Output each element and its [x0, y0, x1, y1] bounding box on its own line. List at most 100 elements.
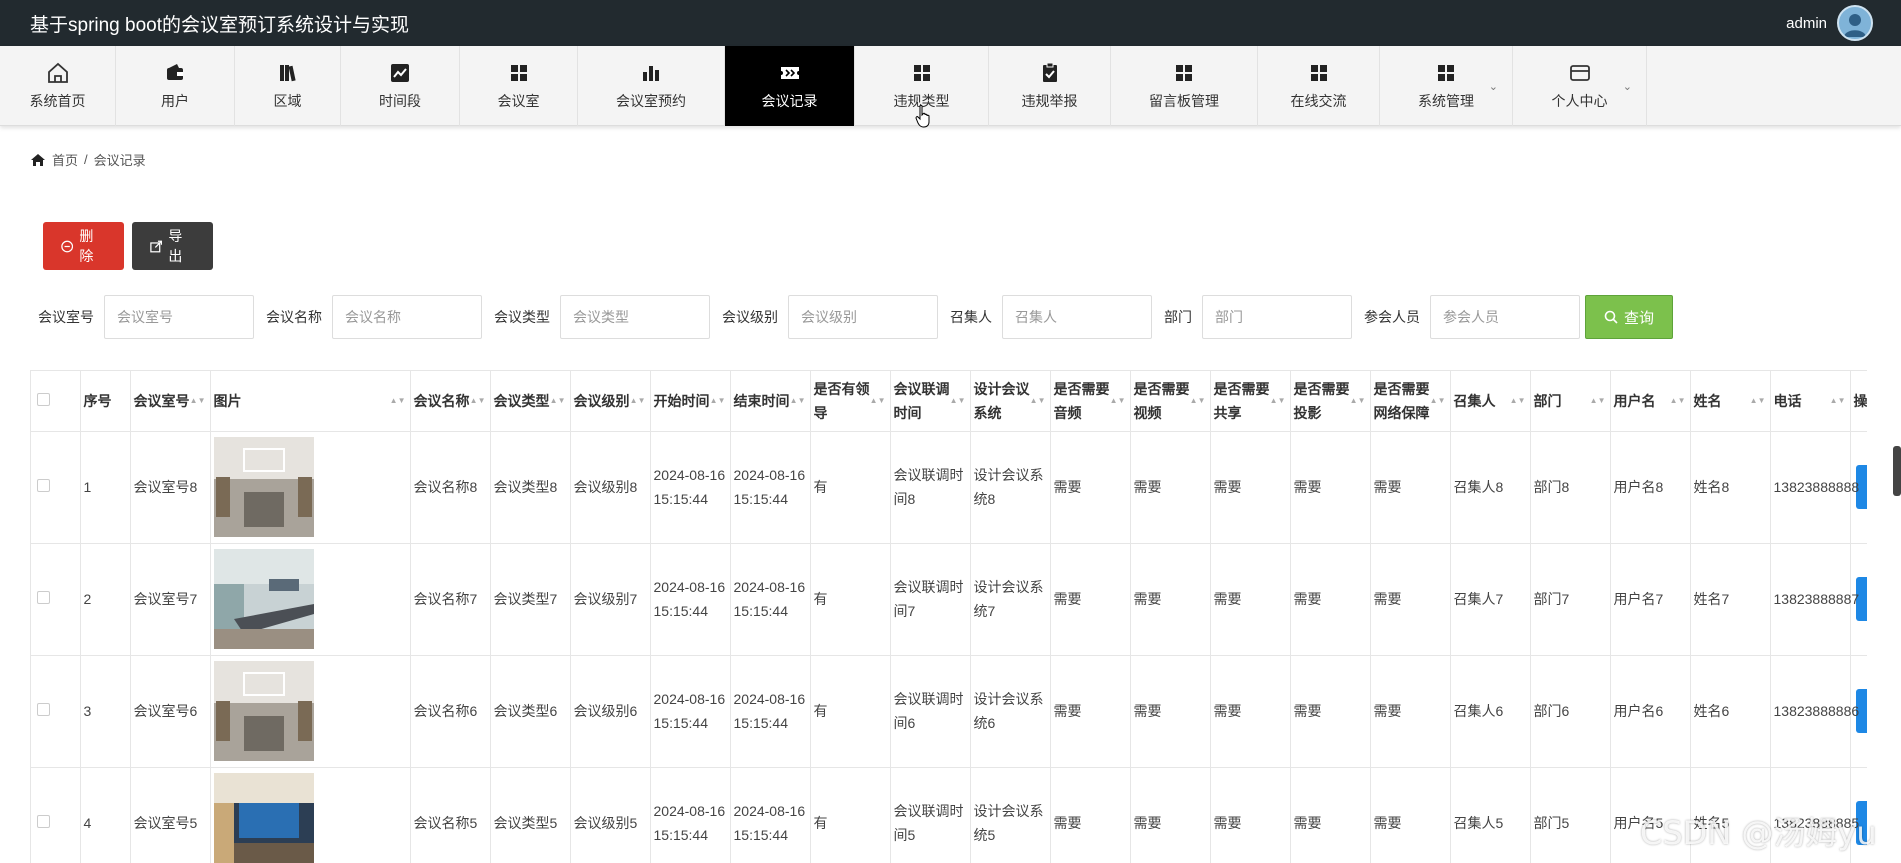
search-label: 会议级别 — [722, 309, 778, 325]
sort-icon[interactable]: ▲▼ — [1670, 396, 1686, 405]
nav-item-personal-center[interactable]: 个人中心 ⌄ — [1513, 46, 1647, 126]
export-button[interactable]: 导出 — [132, 222, 213, 270]
sort-icon[interactable]: ▲▼ — [710, 396, 726, 405]
meeting-room-photo — [213, 661, 314, 761]
column-header[interactable]: 召集人 ▲▼ — [1450, 371, 1531, 432]
sort-icon[interactable]: ▲▼ — [950, 396, 966, 405]
meeting-type-input[interactable]: 会议类型 — [560, 295, 710, 339]
sort-icon[interactable]: ▲▼ — [790, 396, 806, 405]
row-checkbox[interactable] — [37, 703, 50, 716]
column-header[interactable]: 会议联调时间 ▲▼ — [890, 371, 971, 432]
cell-design: 设计会议系统5 — [970, 767, 1051, 863]
app-title: 基于spring boot的会议室预订系统设计与实现 — [30, 14, 410, 36]
column-header[interactable]: 部门 ▲▼ — [1530, 371, 1611, 432]
row-checkbox[interactable] — [37, 479, 50, 492]
column-header[interactable]: 是否需要共享 ▲▼ — [1210, 371, 1291, 432]
search-form: 会议室号 会议室号 会议名称 会议名称 会议类型 会议类型 会议级别 会议级别 … — [38, 295, 1592, 339]
sort-icon[interactable]: ▲▼ — [190, 396, 206, 405]
cell-room: 会议室号6 — [130, 655, 211, 768]
row-checkbox[interactable] — [37, 815, 50, 828]
image-cell — [210, 767, 411, 863]
column-header[interactable]: 是否需要音频 ▲▼ — [1050, 371, 1131, 432]
column-header[interactable]: 开始时间 ▲▼ — [650, 371, 731, 432]
sort-icon[interactable]: ▲▼ — [390, 396, 406, 405]
cell-realname: 姓名7 — [1690, 543, 1771, 656]
breadcrumb-home[interactable]: 首页 — [52, 150, 78, 169]
nav-label: 时间段 — [379, 93, 421, 109]
cell-username: 用户名6 — [1610, 655, 1691, 768]
cell-share: 需要 — [1210, 655, 1291, 768]
cell-level: 会议级别6 — [570, 655, 651, 768]
sort-icon[interactable]: ▲▼ — [550, 396, 566, 405]
column-header[interactable]: 图片 ▲▼ — [210, 371, 411, 432]
nav-item-home[interactable]: 系统首页 — [0, 46, 116, 126]
sort-icon[interactable]: ▲▼ — [870, 396, 886, 405]
nav-item-area[interactable]: 区域 — [235, 46, 341, 126]
header-label: 是否需要视频 — [1133, 380, 1190, 421]
cell-start: 2024-08-16 15:15:44 — [650, 767, 731, 863]
search-label: 会议类型 — [494, 309, 550, 325]
nav-item-meeting-records[interactable]: 会议记录 — [725, 46, 855, 126]
nav-label: 系统首页 — [29, 93, 86, 109]
sort-icon[interactable]: ▲▼ — [1350, 396, 1366, 405]
meeting-name-input[interactable]: 会议名称 — [332, 295, 482, 339]
column-header[interactable]: 会议室号 ▲▼ — [130, 371, 211, 432]
column-header[interactable]: 会议级别 ▲▼ — [570, 371, 651, 432]
image-cell — [210, 543, 411, 656]
delete-button[interactable]: 删除 — [43, 222, 124, 270]
sort-icon[interactable]: ▲▼ — [630, 396, 646, 405]
username[interactable]: admin — [1786, 15, 1827, 32]
sort-icon[interactable]: ▲▼ — [1830, 396, 1846, 405]
sort-icon[interactable]: ▲▼ — [1270, 396, 1286, 405]
column-header[interactable]: 用户名 ▲▼ — [1610, 371, 1691, 432]
cell-phone: 13823888887 — [1770, 543, 1859, 656]
cell-level: 会议级别5 — [570, 767, 651, 863]
cell-start: 2024-08-16 15:15:44 — [650, 655, 731, 768]
search-icon — [1604, 310, 1618, 324]
user-menu[interactable]: admin — [1786, 5, 1873, 41]
cell-video: 需要 — [1130, 655, 1211, 768]
search-button[interactable]: 查询 — [1585, 295, 1673, 339]
table-row: 4 会议室号5 会议名称5 会议类型5 会议级别5 2024-08-16 15:15:44… — [31, 767, 1867, 863]
attendees-input[interactable]: 参会人员 — [1430, 295, 1580, 339]
sort-icon[interactable]: ▲▼ — [470, 396, 486, 405]
column-header[interactable]: 会议名称 ▲▼ — [410, 371, 491, 432]
column-header[interactable]: 电话 ▲▼ — [1770, 371, 1851, 432]
nav-item-online-chat[interactable]: 在线交流 — [1258, 46, 1380, 126]
column-header[interactable]: 结束时间 ▲▼ — [730, 371, 811, 432]
nav-item-message-board[interactable]: 留言板管理 — [1111, 46, 1258, 126]
column-header[interactable]: 是否需要投影 ▲▼ — [1290, 371, 1371, 432]
scrollbar[interactable] — [1893, 446, 1901, 496]
cell-debug_time: 会议联调时间5 — [890, 767, 971, 863]
grid-icon — [913, 65, 930, 81]
nav-item-violation-reports[interactable]: 违规举报 — [989, 46, 1111, 126]
column-header[interactable]: 是否有领导 ▲▼ — [810, 371, 891, 432]
convener-input[interactable]: 召集人 — [1002, 295, 1152, 339]
image-cell — [210, 431, 411, 544]
department-input[interactable]: 部门 — [1202, 295, 1352, 339]
sort-icon[interactable]: ▲▼ — [1190, 396, 1206, 405]
nav-item-booking[interactable]: 会议室预约 — [578, 46, 725, 126]
room-input[interactable]: 会议室号 — [104, 295, 254, 339]
column-header[interactable]: 设计会议系统 ▲▼ — [970, 371, 1051, 432]
sort-icon[interactable]: ▲▼ — [1510, 396, 1526, 405]
sort-icon[interactable]: ▲▼ — [1590, 396, 1606, 405]
nav-item-users[interactable]: 用户 — [116, 46, 235, 126]
nav-item-timeslot[interactable]: 时间段 — [341, 46, 460, 126]
column-header[interactable]: 会议类型 ▲▼ — [490, 371, 571, 432]
nav-item-rooms[interactable]: 会议室 — [460, 46, 578, 126]
sort-icon[interactable]: ▲▼ — [1030, 396, 1046, 405]
column-header[interactable]: 是否需要视频 ▲▼ — [1130, 371, 1211, 432]
nav-item-system-management[interactable]: 系统管理 ⌄ — [1380, 46, 1513, 126]
sort-icon[interactable]: ▲▼ — [1430, 396, 1446, 405]
sort-icon[interactable]: ▲▼ — [1750, 396, 1766, 405]
column-header[interactable]: 姓名 ▲▼ — [1690, 371, 1771, 432]
avatar[interactable] — [1837, 5, 1873, 41]
sort-icon[interactable]: ▲▼ — [1110, 396, 1126, 405]
grid-icon — [1310, 65, 1327, 81]
row-checkbox[interactable] — [37, 591, 50, 604]
meeting-level-input[interactable]: 会议级别 — [788, 295, 938, 339]
column-header[interactable]: 是否需要网络保障 ▲▼ — [1370, 371, 1451, 432]
cell-video: 需要 — [1130, 543, 1211, 656]
select-all-checkbox[interactable] — [37, 392, 50, 406]
